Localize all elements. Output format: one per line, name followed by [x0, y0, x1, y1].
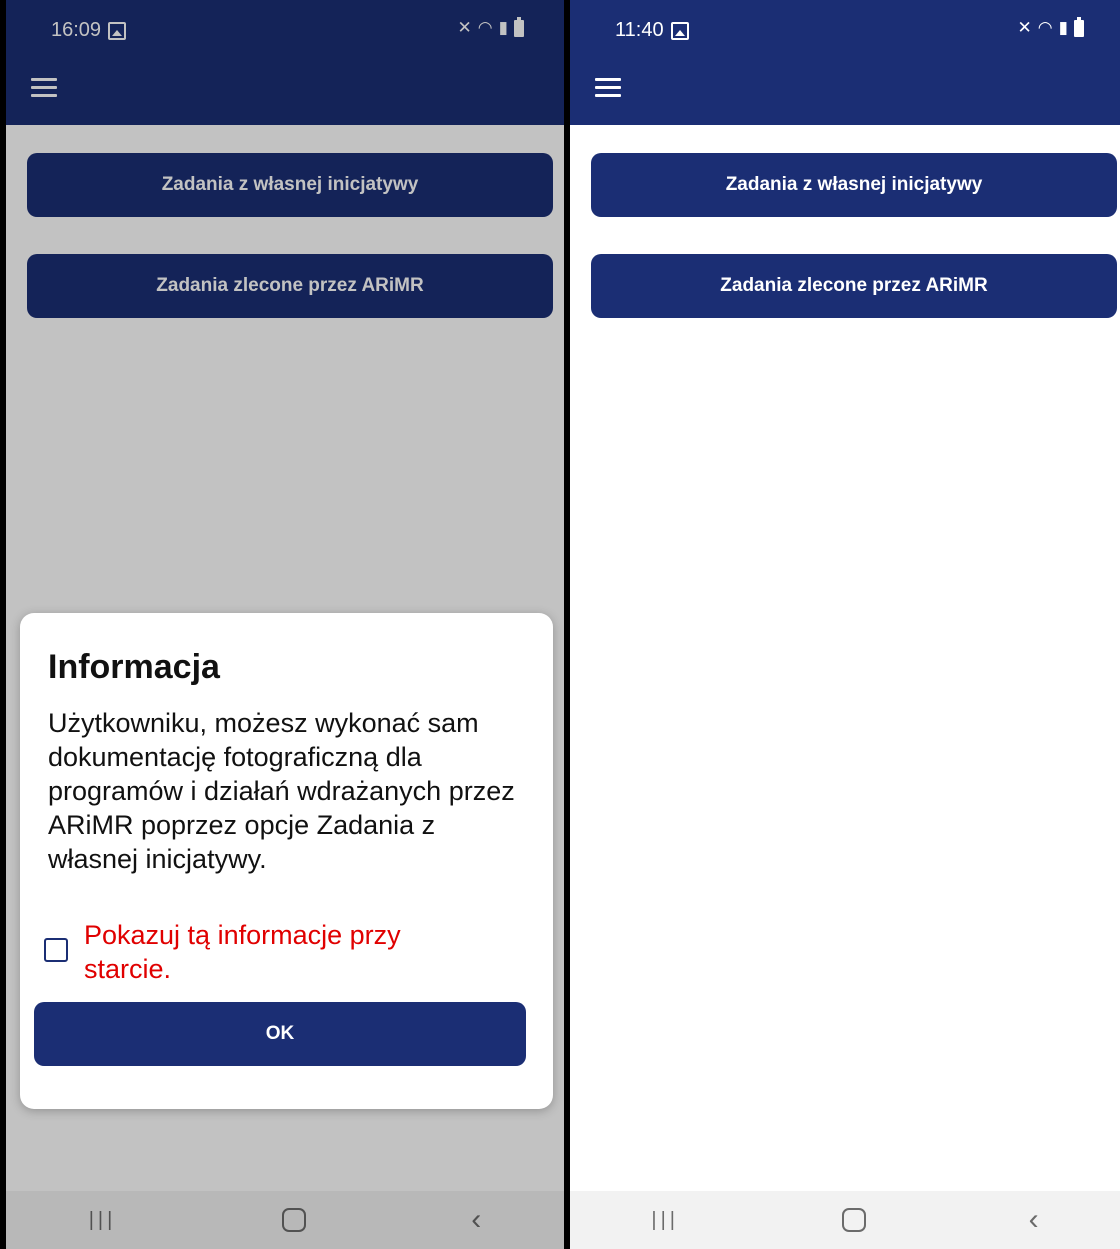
status-time: 16:09 [51, 19, 102, 41]
home-icon[interactable] [841, 1208, 866, 1232]
recent-apps-icon[interactable]: ||| [89, 1209, 117, 1232]
wifi-icon: ◠ [477, 18, 493, 37]
commissioned-tasks-button[interactable]: Zadania zlecone przez ARiMR [591, 254, 1117, 318]
system-icons: ✕ ◠ ▮ [457, 16, 524, 38]
info-dialog: Informacja Użytkowniku, możesz wykonać s… [20, 613, 553, 1109]
battery-icon [1074, 16, 1084, 37]
wifi-icon: ◠ [1037, 18, 1053, 37]
show-on-start-row[interactable]: Pokazuj tą informacje przy starcie. [44, 918, 454, 986]
show-on-start-checkbox[interactable] [44, 938, 68, 962]
navigation-bar: ||| ‹ [570, 1191, 1120, 1249]
app-bar: 16:09 ✕ ◠ ▮ [6, 0, 564, 125]
ok-button[interactable]: OK [34, 1002, 526, 1066]
show-on-start-label: Pokazuj tą informacje przy starcie. [84, 920, 401, 984]
left-phone-screen: 16:09 ✕ ◠ ▮ Zadania z własnej inicjatywy… [6, 0, 564, 1249]
dialog-message: Użytkowniku, możesz wykonać sam dokument… [48, 708, 515, 874]
image-icon [108, 21, 127, 40]
mute-icon: ✕ [457, 18, 472, 37]
status-time-group: 16:09 [51, 19, 127, 42]
navigation-bar: ||| ‹ [6, 1191, 564, 1249]
back-icon[interactable]: ‹ [471, 1203, 481, 1237]
status-bar: 16:09 ✕ ◠ ▮ [6, 0, 564, 58]
signal-icon: ▮ [1058, 18, 1068, 37]
right-phone-screen: 11:40 ✕ ◠ ▮ Zadania z własnej inicjatywy… [570, 0, 1120, 1249]
signal-icon: ▮ [498, 18, 508, 37]
menu-icon[interactable] [595, 78, 621, 98]
main-content: Zadania z własnej inicjatywy Zadania zle… [570, 125, 1120, 1191]
back-icon[interactable]: ‹ [1029, 1203, 1039, 1237]
mute-icon: ✕ [1017, 18, 1032, 37]
ok-button-label: OK [265, 1023, 295, 1044]
image-icon [670, 21, 689, 40]
own-initiative-tasks-button[interactable]: Zadania z własnej inicjatywy [591, 153, 1117, 217]
own-initiative-tasks-label: Zadania z własnej inicjatywy [725, 174, 983, 195]
home-icon[interactable] [281, 1208, 306, 1232]
status-time-group: 11:40 [615, 19, 689, 42]
status-time: 11:40 [615, 19, 664, 41]
system-icons: ✕ ◠ ▮ [1017, 16, 1084, 38]
app-bar: 11:40 ✕ ◠ ▮ [570, 0, 1120, 125]
commissioned-tasks-button[interactable]: Zadania zlecone przez ARiMR [27, 254, 553, 318]
own-initiative-tasks-button[interactable]: Zadania z własnej inicjatywy [27, 153, 553, 217]
commissioned-tasks-label: Zadania zlecone przez ARiMR [156, 275, 424, 296]
own-initiative-tasks-label: Zadania z własnej inicjatywy [161, 174, 419, 195]
menu-icon[interactable] [31, 78, 57, 98]
battery-icon [514, 16, 524, 37]
recent-apps-icon[interactable]: ||| [651, 1209, 679, 1232]
commissioned-tasks-label: Zadania zlecone przez ARiMR [720, 275, 988, 296]
dialog-title: Informacja [48, 648, 220, 686]
status-bar: 11:40 ✕ ◠ ▮ [570, 0, 1120, 58]
